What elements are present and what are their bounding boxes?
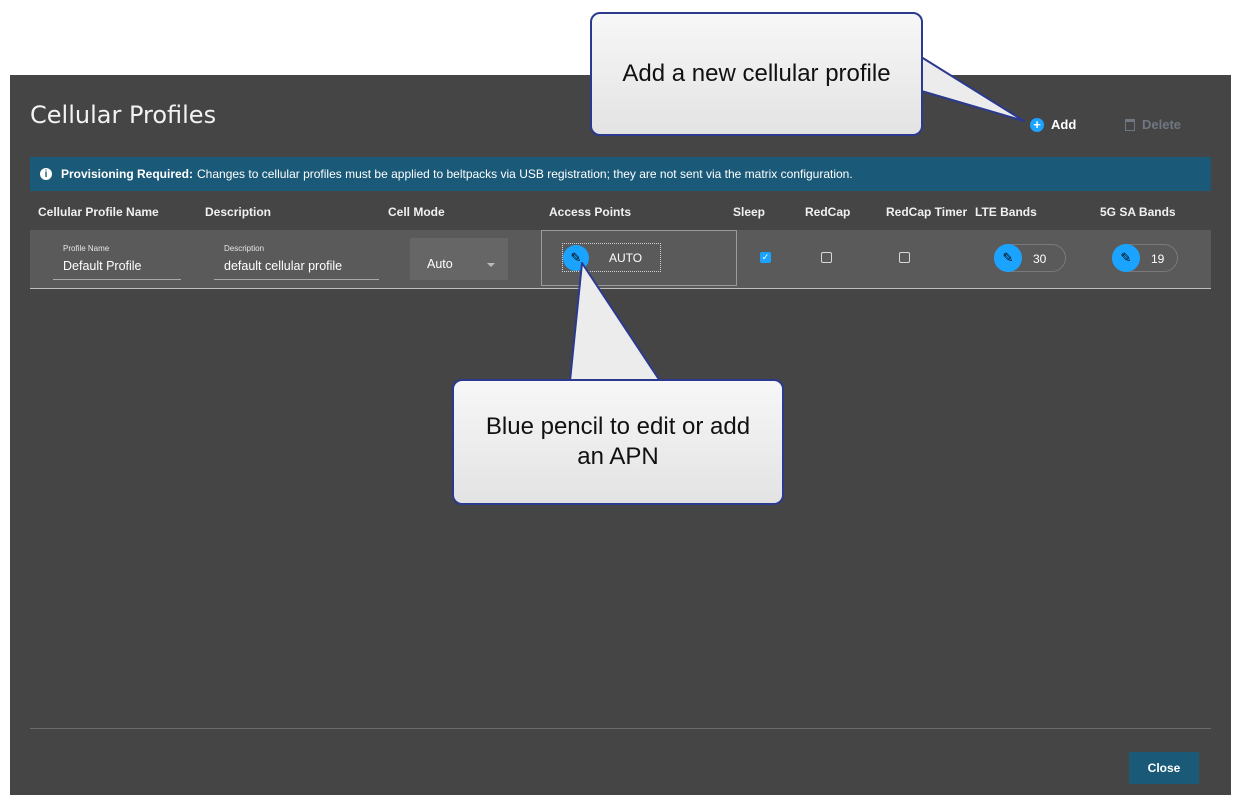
banner-text: Changes to cellular profiles must be app…	[197, 167, 853, 181]
sa-bands-value: 19	[1151, 252, 1165, 266]
col-sleep[interactable]: Sleep	[733, 205, 765, 219]
redcap-checkbox[interactable]	[821, 252, 832, 263]
profile-name-field[interactable]: Profile Name Default Profile	[53, 242, 181, 280]
callout-pencil: Blue pencil to edit or add an APN	[452, 379, 784, 505]
cell-mode-select[interactable]: Auto	[410, 238, 508, 280]
col-access-points[interactable]: Access Points	[549, 205, 631, 219]
col-5g-sa-bands[interactable]: 5G SA Bands	[1100, 205, 1176, 219]
sa-bands-chip[interactable]: ✎ 19	[1112, 244, 1178, 272]
profile-name-label: Profile Name	[63, 244, 110, 253]
col-redcap-timer[interactable]: RedCap Timer	[886, 205, 967, 219]
pencil-icon[interactable]: ✎	[994, 244, 1022, 272]
delete-label: Delete	[1142, 117, 1182, 132]
table-row[interactable]: Profile Name Default Profile Description…	[30, 230, 1211, 289]
col-profile-name[interactable]: Cellular Profile Name	[38, 205, 159, 219]
access-point-chip[interactable]: ✎ AUTO	[562, 243, 661, 272]
trash-icon	[1125, 118, 1135, 131]
profile-name-value: Default Profile	[63, 259, 142, 273]
callout-pencil-text: Blue pencil to edit or add an APN	[485, 413, 751, 470]
info-icon: i	[40, 168, 52, 180]
dialog-title: Cellular Profiles	[30, 101, 217, 129]
add-button[interactable]: + Add	[1030, 117, 1076, 132]
pencil-icon[interactable]: ✎	[1112, 244, 1140, 272]
lte-bands-chip[interactable]: ✎ 30	[994, 244, 1066, 272]
description-field[interactable]: Description default cellular profile	[214, 242, 379, 280]
footer-divider	[30, 728, 1211, 729]
col-cell-mode[interactable]: Cell Mode	[388, 205, 445, 219]
lte-bands-value: 30	[1033, 252, 1047, 266]
col-redcap[interactable]: RedCap	[805, 205, 850, 219]
col-description[interactable]: Description	[205, 205, 271, 219]
description-value: default cellular profile	[224, 259, 343, 273]
col-lte-bands[interactable]: LTE Bands	[975, 205, 1037, 219]
cell-mode-value: Auto	[427, 257, 453, 271]
pencil-icon[interactable]: ✎	[563, 245, 589, 271]
provisioning-banner: i Provisioning Required: Changes to cell…	[30, 157, 1211, 191]
plus-circle-icon: +	[1030, 117, 1044, 132]
description-label: Description	[224, 244, 265, 253]
access-points-cell: ✎ AUTO	[541, 230, 737, 286]
banner-bold: Provisioning Required:	[61, 167, 194, 181]
callout-add-text: Add a new cellular profile	[622, 60, 891, 87]
access-point-value: AUTO	[609, 251, 643, 265]
redcap-timer-checkbox[interactable]	[899, 252, 910, 263]
add-label: Add	[1051, 117, 1077, 132]
callout-add: Add a new cellular profile	[590, 12, 923, 136]
sleep-checkbox[interactable]: ✓	[760, 252, 771, 263]
close-button[interactable]: Close	[1129, 752, 1199, 784]
chevron-down-icon	[487, 263, 495, 267]
delete-button[interactable]: Delete	[1125, 117, 1181, 132]
